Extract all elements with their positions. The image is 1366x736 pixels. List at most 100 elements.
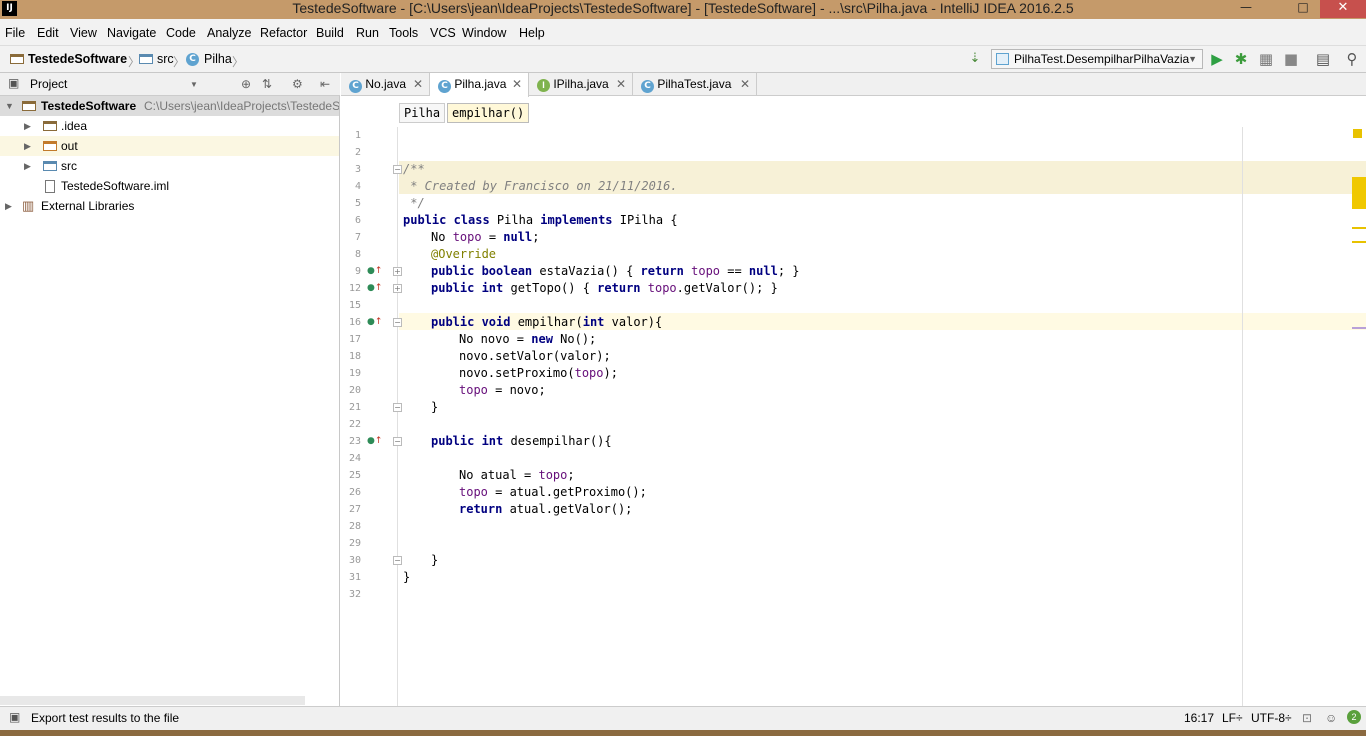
menu-window[interactable]: Window <box>462 26 506 40</box>
stop-icon[interactable]: ■ <box>1281 49 1301 69</box>
code-line: public void empilhar(int valor){ <box>431 315 663 329</box>
close-tab-icon[interactable]: ✕ <box>740 73 750 95</box>
line-number: 25 <box>348 470 361 481</box>
close-window-button[interactable]: ✕ <box>1320 0 1366 18</box>
tab-ipilha-java[interactable]: I IPilha.java ✕ <box>529 73 633 96</box>
debug-icon[interactable]: ✱ <box>1231 49 1251 69</box>
line-number: 8 <box>354 249 361 260</box>
code-line: novo.setValor(valor); <box>459 349 611 363</box>
implements-method-icon[interactable]: ●↑ <box>367 433 382 450</box>
fold-collapse-icon[interactable]: − <box>393 318 402 327</box>
run-icon[interactable]: ▶ <box>1207 49 1227 69</box>
tree-item-project-root[interactable]: ▼ TestedeSoftware C:\Users\jean\IdeaProj… <box>0 96 339 116</box>
run-config-dropdown[interactable]: PilhaTest.DesempilharPilhaVazia ▼ <box>991 49 1203 69</box>
tree-item-out[interactable]: ▶ out <box>0 136 339 156</box>
implements-method-icon[interactable]: ●↑ <box>367 263 382 280</box>
menu-code[interactable]: Code <box>166 26 196 40</box>
scroll-marker[interactable] <box>1352 241 1366 243</box>
line-number: 17 <box>348 334 361 345</box>
scroll-from-source-icon[interactable]: ⊕ <box>241 77 251 91</box>
tree-item-iml[interactable]: TestedeSoftware.iml <box>0 176 339 196</box>
status-bar: ▣ Export test results to the file 16:17 … <box>0 706 1366 730</box>
code-line: } <box>431 553 439 567</box>
search-icon[interactable]: ⚲ <box>1342 49 1362 69</box>
menu-refactor[interactable]: Refactor <box>260 26 307 40</box>
coverage-icon[interactable]: ▦ <box>1256 49 1276 69</box>
menu-build[interactable]: Build <box>316 26 344 40</box>
tab-pilhatest-java[interactable]: C PilhaTest.java ✕ <box>633 73 757 96</box>
code-line: No topo = null; <box>431 230 540 244</box>
code-editor[interactable]: 1 2 3 4 5 6 7 8 9 12 15 16 17 18 19 20 2… <box>341 127 1366 706</box>
event-log-badge[interactable]: 2 <box>1347 710 1361 724</box>
hide-panel-icon[interactable]: ⇤ <box>320 77 330 91</box>
tab-pilha-java[interactable]: C Pilha.java ✕ <box>430 73 529 97</box>
menu-edit[interactable]: Edit <box>37 26 59 40</box>
tab-label: No.java <box>365 77 407 91</box>
tab-label: PilhaTest.java <box>657 77 732 91</box>
line-separator[interactable]: LF÷ <box>1222 711 1243 725</box>
fold-expand-icon[interactable]: + <box>393 267 402 276</box>
lock-icon[interactable]: ⊡ <box>1302 711 1312 725</box>
minimize-button[interactable]: — <box>1231 0 1261 18</box>
close-tab-icon[interactable]: ✕ <box>512 73 522 95</box>
tree-item-src[interactable]: ▶ src <box>0 156 339 176</box>
scroll-marker[interactable] <box>1352 177 1366 209</box>
src-folder-icon <box>139 54 153 64</box>
code-line: novo.setProximo(topo); <box>459 366 618 380</box>
project-tree: ▼ TestedeSoftware C:\Users\jean\IdeaProj… <box>0 96 340 706</box>
settings-gear-icon[interactable]: ⚙ <box>292 77 303 91</box>
menu-analyze[interactable]: Analyze <box>207 26 251 40</box>
breadcrumb-method[interactable]: empilhar() <box>447 103 530 123</box>
line-number: 9 <box>354 266 361 277</box>
implements-method-icon[interactable]: ●↑ <box>367 280 382 297</box>
line-number: 23 <box>348 436 361 447</box>
scroll-marker[interactable] <box>1352 227 1366 229</box>
fold-collapse-icon[interactable]: − <box>393 437 402 446</box>
warning-indicator-icon[interactable] <box>1353 129 1362 138</box>
chevron-down-icon[interactable]: ▼ <box>190 80 198 89</box>
excluded-folder-icon <box>43 141 57 151</box>
nav-class[interactable]: Pilha <box>204 52 232 66</box>
nav-src[interactable]: src <box>157 52 174 66</box>
menu-help[interactable]: Help <box>519 26 545 40</box>
menu-vcs[interactable]: VCS <box>430 26 456 40</box>
fold-expand-icon[interactable]: + <box>393 284 402 293</box>
menu-navigate[interactable]: Navigate <box>107 26 156 40</box>
project-structure-icon[interactable]: ▤ <box>1313 49 1333 69</box>
code-line: topo = atual.getProximo(); <box>459 485 647 499</box>
tree-item-idea[interactable]: ▶ .idea <box>0 116 339 136</box>
fold-end-icon[interactable]: − <box>393 403 402 412</box>
horizontal-scrollbar[interactable] <box>0 696 305 705</box>
file-encoding[interactable]: UTF-8÷ <box>1251 711 1292 725</box>
line-number: 16 <box>348 317 361 328</box>
tree-item-label: .idea <box>61 119 88 133</box>
menu-file[interactable]: File <box>5 26 25 40</box>
tool-windows-icon[interactable]: ▣ <box>9 710 20 724</box>
breadcrumb-class[interactable]: Pilha <box>399 103 446 123</box>
menu-tools[interactable]: Tools <box>389 26 418 40</box>
menu-run[interactable]: Run <box>356 26 379 40</box>
tree-item-external-libraries[interactable]: ▶ ▥ External Libraries <box>0 196 339 216</box>
menu-view[interactable]: View <box>70 26 97 40</box>
caret-position[interactable]: 16:17 <box>1184 711 1214 725</box>
maximize-button[interactable]: □ <box>1288 0 1318 18</box>
fold-end-icon[interactable]: − <box>393 556 402 565</box>
nav-project[interactable]: TestedeSoftware <box>28 52 127 66</box>
make-project-icon[interactable]: ⇣ <box>965 49 985 69</box>
code-line: public class Pilha implements IPilha { <box>403 213 678 227</box>
scroll-marker[interactable] <box>1352 327 1366 329</box>
close-tab-icon[interactable]: ✕ <box>413 73 423 95</box>
right-margin-guide <box>1242 127 1243 706</box>
tab-no-java[interactable]: C No.java ✕ <box>341 73 430 96</box>
project-panel-title[interactable]: Project <box>30 77 67 91</box>
fold-collapse-icon[interactable]: − <box>393 165 402 174</box>
project-view-icon: ▣ <box>8 76 20 90</box>
close-tab-icon[interactable]: ✕ <box>616 73 626 95</box>
hector-icon[interactable]: ☺ <box>1325 711 1337 725</box>
error-stripe[interactable] <box>1352 127 1366 706</box>
code-breadcrumb: Pilha empilhar() <box>341 97 1366 127</box>
collapsed-arrow-icon: ▶ <box>24 141 31 151</box>
collapse-all-icon[interactable]: ⇅ <box>262 77 272 91</box>
navigation-bar: TestedeSoftware 〉 src 〉 C Pilha 〉 ⇣ Pilh… <box>0 46 1366 73</box>
implements-method-icon[interactable]: ●↑ <box>367 314 382 331</box>
